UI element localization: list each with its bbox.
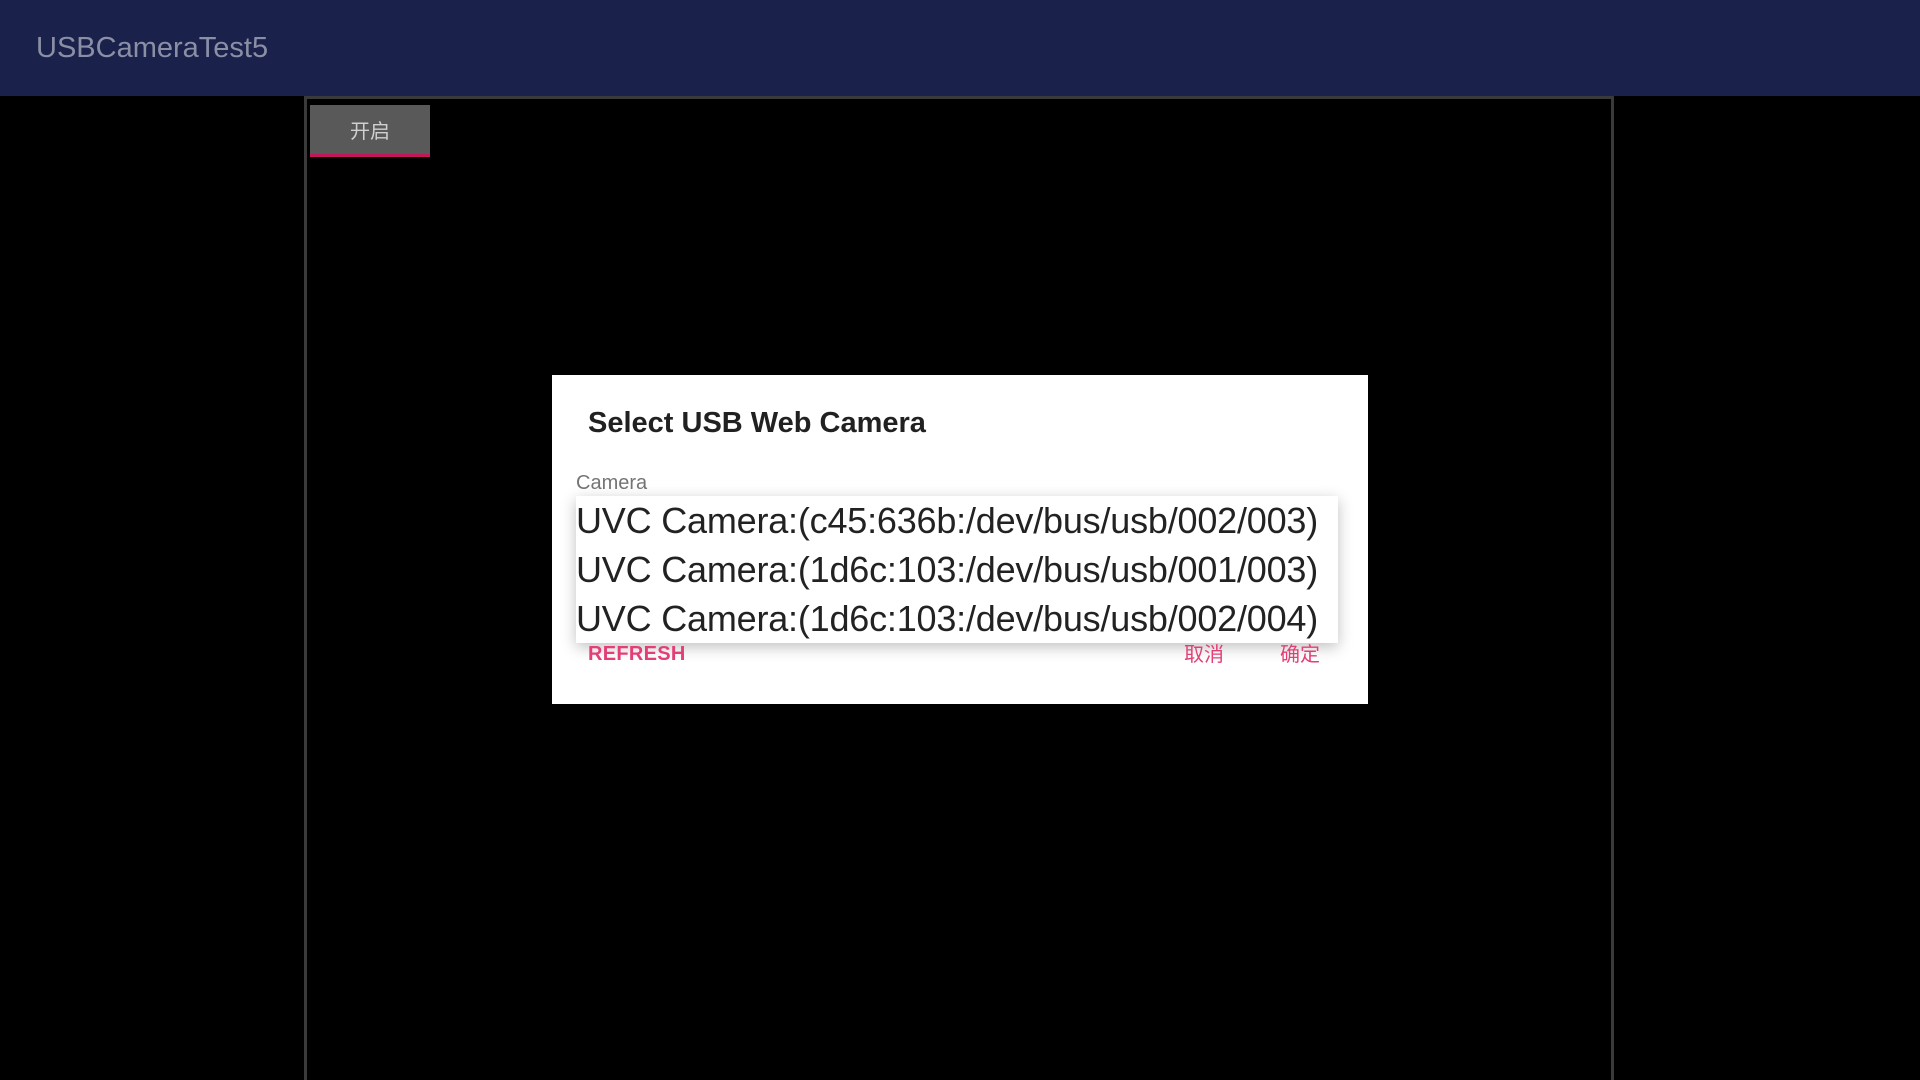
camera-field-label: Camera (576, 472, 648, 494)
camera-option[interactable]: UVC Camera:(c45:636b:/dev/bus/usb/002/00… (576, 496, 1338, 545)
dialog-title: Select USB Web Camera (588, 407, 926, 439)
cancel-button[interactable]: 取消 (1184, 642, 1224, 666)
select-camera-dialog: Select USB Web Camera Camera UVC Camera:… (552, 375, 1368, 704)
camera-option[interactable]: UVC Camera:(1d6c:103:/dev/bus/usb/001/00… (576, 545, 1338, 594)
refresh-button[interactable]: REFRESH (588, 642, 686, 666)
camera-option[interactable]: UVC Camera:(1d6c:103:/dev/bus/usb/002/00… (576, 594, 1338, 643)
camera-dropdown-list: UVC Camera:(c45:636b:/dev/bus/usb/002/00… (576, 496, 1338, 643)
ok-button[interactable]: 确定 (1280, 642, 1320, 666)
